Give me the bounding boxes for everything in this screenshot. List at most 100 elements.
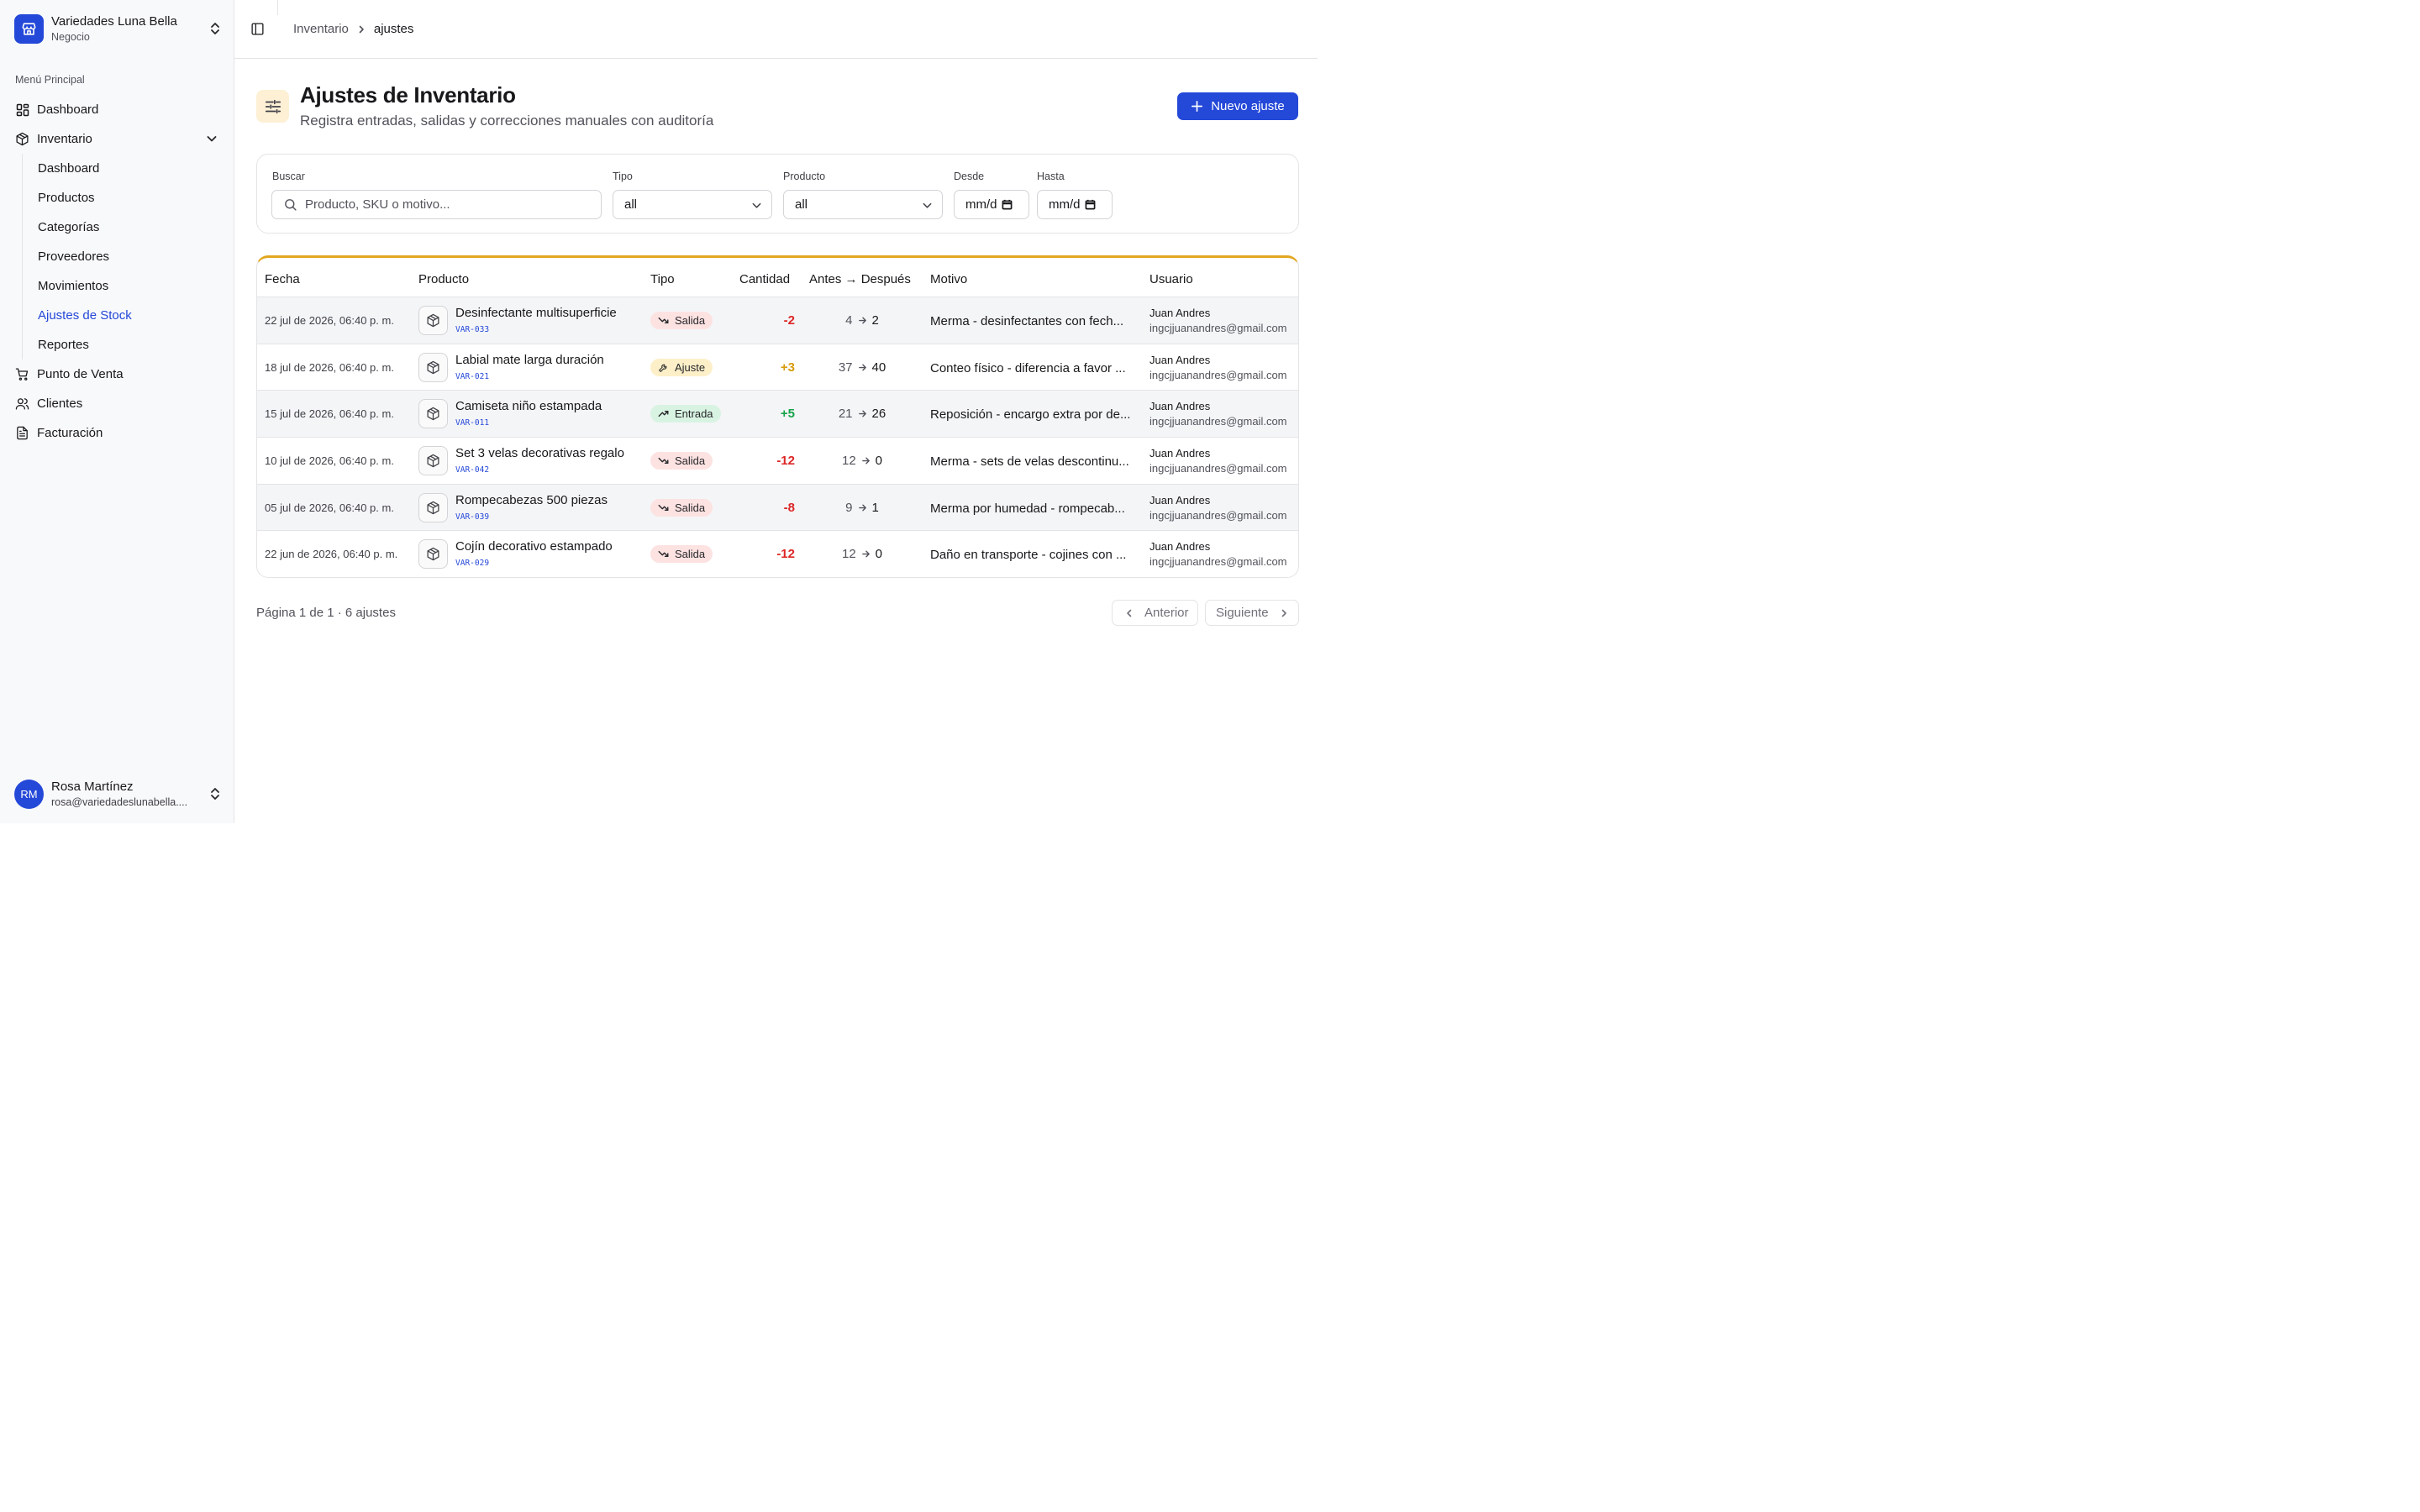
row-user-email: ingcjjuanandres@gmail.com [1150, 322, 1287, 334]
row-after: 26 [871, 407, 886, 422]
row-date: 15 jul de 2026, 06:40 p. m. [265, 407, 394, 421]
row-before: 12 [841, 454, 856, 469]
producto-label: Producto [783, 171, 826, 182]
row-after: 40 [871, 360, 886, 375]
table-row[interactable]: 18 jul de 2026, 06:40 p. m. Labial mate l… [257, 344, 1298, 391]
search-input[interactable]: Producto, SKU o motivo... [271, 190, 602, 219]
producto-select[interactable]: all [783, 190, 943, 219]
chevron-right-icon [356, 24, 366, 34]
row-product-name: Labial mate larga duración [455, 352, 604, 367]
plus-icon [1191, 100, 1203, 113]
next-page-button[interactable]: Siguiente [1205, 600, 1299, 626]
trending-down-icon [658, 315, 669, 326]
row-quantity: -12 [776, 547, 795, 562]
row-reason: Daño en transporte - cojines con ... [930, 548, 1127, 563]
chevrons-up-down-icon [209, 21, 221, 36]
type-badge-label: Salida [675, 314, 706, 327]
arrow-right-icon [858, 409, 867, 418]
sidebar-subitem-proveedores[interactable]: Proveedores [23, 242, 234, 271]
arrow-right-icon [861, 456, 871, 465]
row-user-name: Juan Andres [1150, 493, 1211, 507]
package-icon [418, 399, 448, 429]
breadcrumb: Inventario ajustes [293, 22, 413, 36]
row-quantity: +5 [780, 407, 795, 422]
row-after: 0 [875, 547, 883, 562]
table-header: Fecha Producto Tipo Cantidad Antes → Des… [257, 258, 1298, 297]
package-icon [418, 306, 448, 335]
row-product-name: Set 3 velas decorativas regalo [455, 446, 624, 461]
table-row[interactable]: 22 jul de 2026, 06:40 p. m. Desinfectante… [257, 297, 1298, 344]
sidebar-item-label: Facturación [37, 426, 103, 440]
sliders-icon [256, 90, 289, 123]
sidebar-item-facturacion[interactable]: Facturación [0, 418, 234, 448]
sidebar-subitem-productos[interactable]: Productos [23, 183, 234, 213]
row-product-name: Cojín decorativo estampado [455, 539, 613, 554]
table-row[interactable]: 05 jul de 2026, 06:40 p. m. Rompecabezas … [257, 484, 1298, 532]
row-date: 22 jun de 2026, 06:40 p. m. [265, 548, 398, 561]
row-before-after: 91 [809, 501, 915, 515]
arrow-right-icon [858, 503, 867, 512]
row-user-email: ingcjjuanandres@gmail.com [1150, 415, 1287, 428]
package-icon [418, 539, 448, 570]
col-tipo[interactable]: Tipo [650, 272, 675, 286]
col-antes-despues[interactable]: Antes → Después [809, 272, 911, 286]
hasta-value: mm/d [1049, 197, 1081, 212]
file-icon [15, 426, 29, 440]
row-sku: VAR-011 [455, 418, 490, 428]
filters-card: Buscar Producto, SKU o motivo... Tipo al… [256, 154, 1299, 234]
sidebar-subitem-movimientos[interactable]: Movimientos [23, 271, 234, 301]
sidebar-subitem-categorias[interactable]: Categorías [23, 213, 234, 242]
row-sku: VAR-029 [455, 559, 490, 569]
previous-page-label: Anterior [1144, 606, 1189, 620]
sidebar-item-punto-de-venta[interactable]: Punto de Venta [0, 360, 234, 389]
new-adjustment-button[interactable]: Nuevo ajuste [1177, 92, 1298, 120]
row-quantity: +3 [780, 360, 795, 375]
tipo-select[interactable]: all [613, 190, 772, 219]
calendar-icon[interactable] [1002, 199, 1013, 210]
col-fecha[interactable]: Fecha [265, 272, 300, 286]
hasta-date-input[interactable]: mm/d [1037, 190, 1113, 219]
breadcrumb-inventario[interactable]: Inventario [293, 22, 349, 36]
trending-down-icon [658, 455, 669, 466]
workspace-switcher[interactable]: Variedades Luna Bella Negocio [14, 12, 221, 45]
row-product-name: Camiseta niño estampada [455, 399, 602, 414]
row-sku: VAR-042 [455, 465, 490, 475]
table-row[interactable]: 15 jul de 2026, 06:40 p. m. Camiseta niño… [257, 391, 1298, 438]
calendar-icon[interactable] [1085, 199, 1096, 210]
sidebar-subitem-ajustes-de-stock[interactable]: Ajustes de Stock [23, 301, 234, 330]
inventario-submenu: Dashboard Productos Categorías Proveedor… [22, 154, 234, 360]
trending-down-icon [658, 549, 669, 559]
row-before: 37 [838, 360, 853, 375]
row-date: 22 jul de 2026, 06:40 p. m. [265, 314, 394, 327]
row-before: 4 [845, 313, 853, 328]
row-sku: VAR-033 [455, 325, 490, 334]
sidebar-item-inventario[interactable]: Inventario [0, 124, 234, 154]
type-badge: Entrada [650, 405, 721, 423]
table-row[interactable]: 22 jun de 2026, 06:40 p. m. Cojín decorat… [257, 531, 1298, 577]
row-reason: Reposición - encargo extra por de... [930, 407, 1131, 423]
sidebar-item-label: Punto de Venta [37, 367, 124, 381]
type-badge: Salida [650, 312, 713, 329]
sidebar-toggle-icon[interactable] [250, 22, 266, 37]
row-user-name: Juan Andres [1150, 400, 1211, 413]
col-producto[interactable]: Producto [418, 272, 469, 286]
sidebar-item-dashboard[interactable]: Dashboard [0, 95, 234, 124]
row-reason: Merma - sets de velas descontinu... [930, 454, 1129, 470]
desde-date-input[interactable]: mm/d [954, 190, 1029, 219]
package-icon [418, 492, 448, 522]
type-badge-label: Salida [675, 454, 706, 468]
new-adjustment-label: Nuevo ajuste [1211, 99, 1285, 113]
table-row[interactable]: 10 jul de 2026, 06:40 p. m. Set 3 velas d… [257, 438, 1298, 485]
col-usuario[interactable]: Usuario [1150, 272, 1193, 286]
user-menu[interactable]: RM Rosa Martínez rosa@variedadeslunabell… [14, 778, 221, 810]
sidebar-subitem-reportes[interactable]: Reportes [23, 330, 234, 360]
col-motivo[interactable]: Motivo [930, 272, 967, 286]
sidebar-item-clientes[interactable]: Clientes [0, 389, 234, 418]
workspace-subtitle: Negocio [51, 31, 90, 43]
previous-page-button[interactable]: Anterior [1112, 600, 1198, 626]
row-user-email: ingcjjuanandres@gmail.com [1150, 508, 1287, 522]
row-product-name: Rompecabezas 500 piezas [455, 492, 608, 507]
row-before: 9 [845, 500, 853, 515]
sidebar-subitem-dashboard[interactable]: Dashboard [23, 154, 234, 183]
col-cantidad[interactable]: Cantidad [739, 272, 790, 286]
